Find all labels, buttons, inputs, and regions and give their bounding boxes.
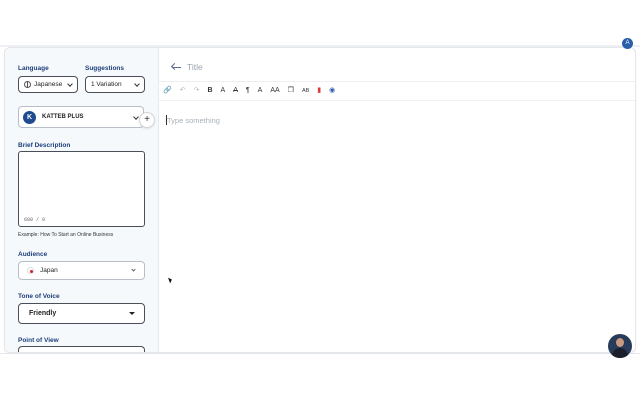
- text-case-icon[interactable]: AA: [270, 85, 279, 97]
- point-of-view-select[interactable]: [18, 346, 145, 352]
- title-input[interactable]: Title: [187, 62, 203, 72]
- chevron-down-icon: [131, 267, 136, 272]
- mouse-pointer-icon: [168, 276, 173, 284]
- suggestions-select[interactable]: 1 Variation: [85, 76, 145, 93]
- katteb-logo-icon: K: [23, 110, 36, 124]
- point-of-view-label: Point of View: [18, 337, 59, 344]
- link-icon[interactable]: 🔗: [163, 85, 172, 97]
- suggestions-value: 1 Variation: [91, 81, 122, 88]
- chevron-down-icon: [133, 114, 139, 120]
- divider: [159, 81, 635, 82]
- ai-icon[interactable]: ◉: [329, 85, 335, 97]
- tone-select[interactable]: Friendly: [18, 303, 145, 324]
- japan-flag-icon: [27, 267, 34, 274]
- model-select[interactable]: K KATTEB PLUS: [18, 106, 144, 128]
- brief-description-label: Brief Description: [18, 142, 71, 149]
- suggestions-label: Suggestions: [85, 65, 125, 72]
- add-button[interactable]: +: [139, 112, 155, 128]
- brief-description-input[interactable]: 600 / 0: [18, 151, 145, 227]
- globe-icon: [24, 81, 31, 88]
- chat-avatar[interactable]: [608, 334, 632, 358]
- model-name: KATTEB PLUS: [42, 114, 84, 120]
- editor-body-input[interactable]: Type something: [167, 116, 220, 125]
- language-label: Language: [18, 65, 49, 72]
- editor-toolbar: 🔗 ↶ ↷ B A A ¶ A AA ❐ AB ▮ ◉: [163, 84, 343, 98]
- audience-label: Audience: [18, 251, 48, 258]
- back-arrow-icon[interactable]: [170, 62, 181, 72]
- clear-format-icon[interactable]: A: [233, 85, 238, 97]
- font-size-icon[interactable]: A: [258, 85, 263, 97]
- audience-select[interactable]: Japan: [18, 261, 145, 280]
- font-color-icon[interactable]: A: [221, 85, 226, 97]
- tone-label: Tone of Voice: [18, 293, 60, 300]
- chevron-down-icon: [67, 81, 73, 87]
- chevron-down-icon: [134, 81, 140, 87]
- audience-value: Japan: [40, 267, 58, 274]
- language-value: Japanese: [34, 81, 63, 88]
- caret-down-icon: [129, 312, 135, 315]
- settings-sidebar: Language Suggestions Japanese 1 Variatio…: [5, 48, 159, 352]
- divider: [159, 100, 635, 101]
- undo-icon[interactable]: ↶: [180, 85, 186, 97]
- export-pdf-icon[interactable]: ▮: [317, 85, 321, 97]
- tone-value: Friendly: [29, 310, 57, 317]
- paragraph-icon[interactable]: ¶: [246, 85, 250, 97]
- character-counter: 600 / 0: [24, 217, 46, 223]
- spellcheck-icon[interactable]: AB: [302, 85, 309, 97]
- app-window: Language Suggestions Japanese 1 Variatio…: [4, 47, 636, 353]
- language-select[interactable]: Japanese: [18, 76, 78, 93]
- bottom-border: [0, 353, 640, 354]
- copy-icon[interactable]: ❐: [288, 85, 294, 97]
- translate-icon[interactable]: A: [622, 38, 633, 49]
- redo-icon[interactable]: ↷: [194, 85, 200, 97]
- bold-icon[interactable]: B: [207, 85, 212, 97]
- brief-example: Example: How To Start an Online Business: [18, 232, 114, 238]
